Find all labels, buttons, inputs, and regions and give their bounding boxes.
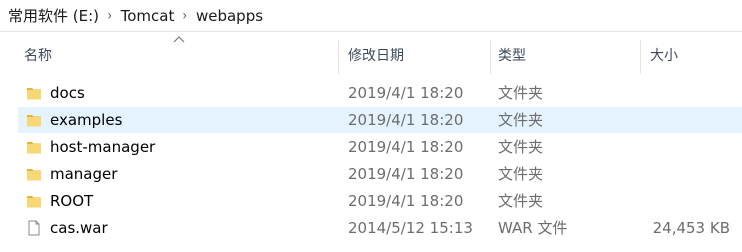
file-row[interactable]: cas.war 2014/5/12 15:13 WAR 文件 24,453 KB — [18, 215, 742, 241]
file-row[interactable]: manager 2019/4/1 18:20 文件夹 — [18, 161, 742, 187]
file-type: WAR 文件 — [498, 219, 568, 237]
folder-icon — [26, 193, 42, 209]
breadcrumb-item-webapps[interactable]: webapps — [192, 7, 267, 25]
file-row[interactable]: docs 2019/4/1 18:20 文件夹 — [18, 80, 742, 106]
file-date: 2019/4/1 18:20 — [348, 111, 464, 129]
file-type: 文件夹 — [498, 138, 544, 156]
column-divider[interactable] — [640, 40, 641, 74]
file-date: 2019/4/1 18:20 — [348, 192, 464, 210]
file-row[interactable]: examples 2019/4/1 18:20 文件夹 — [18, 107, 742, 133]
file-name: examples — [50, 111, 123, 129]
column-header-date[interactable]: 修改日期 — [348, 40, 404, 74]
folder-icon — [26, 112, 42, 128]
file-date: 2019/4/1 18:20 — [348, 165, 464, 183]
file-name: ROOT — [50, 192, 94, 210]
column-header-row: 名称 修改日期 类型 大小 — [0, 40, 742, 74]
chevron-right-icon[interactable]: › — [180, 8, 191, 24]
file-name: docs — [50, 84, 85, 102]
file-row[interactable]: ROOT 2019/4/1 18:20 文件夹 — [18, 188, 742, 214]
folder-icon — [26, 166, 42, 182]
folder-icon — [26, 85, 42, 101]
breadcrumb: 常用软件 (E:) › Tomcat › webapps — [0, 0, 742, 32]
file-type: 文件夹 — [498, 165, 544, 183]
folder-icon — [26, 139, 42, 155]
column-header-type[interactable]: 类型 — [498, 40, 526, 74]
file-name: host-manager — [50, 138, 156, 156]
file-icon — [26, 220, 42, 236]
column-header-size[interactable]: 大小 — [650, 40, 678, 74]
file-size: 24,453 KB — [652, 219, 730, 237]
chevron-right-icon[interactable]: › — [104, 8, 115, 24]
file-name: cas.war — [50, 219, 108, 237]
file-type: 文件夹 — [498, 192, 544, 210]
column-header-name[interactable]: 名称 — [24, 40, 52, 74]
file-name: manager — [50, 165, 118, 183]
file-type: 文件夹 — [498, 111, 544, 129]
file-date: 2019/4/1 18:20 — [348, 138, 464, 156]
breadcrumb-item-tomcat[interactable]: Tomcat — [117, 7, 179, 25]
column-divider[interactable] — [490, 40, 491, 74]
file-type: 文件夹 — [498, 84, 544, 102]
file-date: 2019/4/1 18:20 — [348, 84, 464, 102]
breadcrumb-item-drive[interactable]: 常用软件 (E:) — [0, 5, 103, 26]
column-divider[interactable] — [338, 40, 339, 74]
file-date: 2014/5/12 15:13 — [348, 219, 473, 237]
file-row[interactable]: host-manager 2019/4/1 18:20 文件夹 — [18, 134, 742, 160]
